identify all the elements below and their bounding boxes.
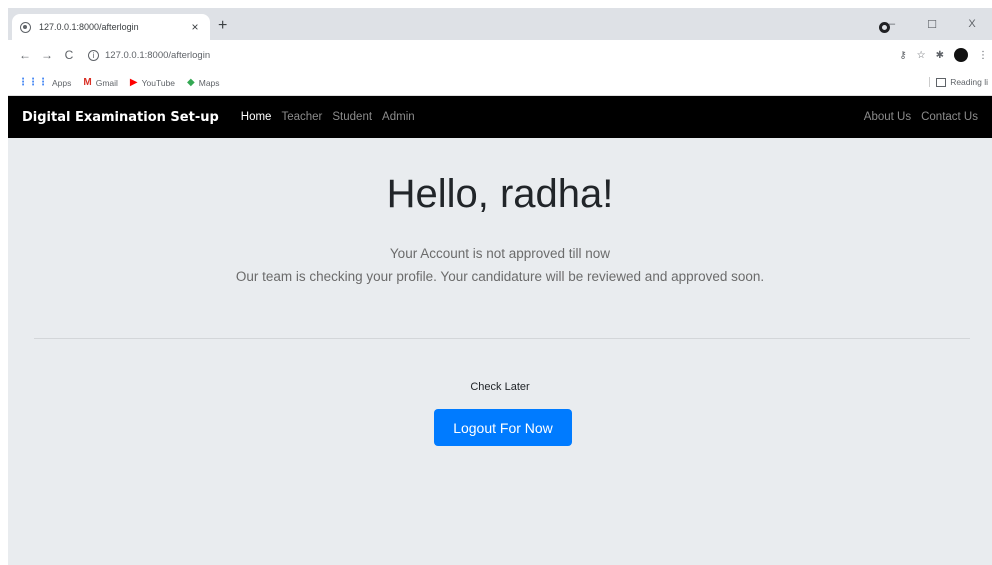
window-controls: – ☐ X <box>872 8 992 40</box>
bookmark-label: Apps <box>52 77 72 88</box>
logout-button[interactable]: Logout For Now <box>434 409 572 446</box>
close-window-button[interactable]: X <box>952 18 992 30</box>
extensions-puzzle-icon[interactable]: ✱ <box>936 50 944 61</box>
nav-link-teacher[interactable]: Teacher <box>281 111 322 123</box>
approval-status-text: Your Account is not approved till now <box>389 246 611 261</box>
browser-tab[interactable]: 127.0.0.1:8000/afterlogin × <box>12 14 210 40</box>
address-bar[interactable]: i 127.0.0.1:8000/afterlogin <box>88 44 899 66</box>
nav-link-admin[interactable]: Admin <box>382 111 415 123</box>
gmail-icon: M <box>83 77 92 88</box>
bookmark-maps[interactable]: ◆ Maps <box>187 77 220 88</box>
bookmarks-bar: ⋮⋮⋮ Apps M Gmail ▶ YouTube ◆ Maps Readin… <box>8 70 992 96</box>
url-text: 127.0.0.1:8000/afterlogin <box>105 49 211 61</box>
maps-icon: ◆ <box>187 77 195 88</box>
site-navbar: Digital Examination Set-up Home Teacher … <box>8 96 992 138</box>
new-tab-button[interactable]: + <box>218 18 227 34</box>
browser-toolbar: ← → C i 127.0.0.1:8000/afterlogin ⚷ ☆ ✱ … <box>8 40 992 70</box>
tab-strip: 127.0.0.1:8000/afterlogin × + – ☐ X <box>8 8 992 40</box>
nav-link-contact-us[interactable]: Contact Us <box>921 111 978 123</box>
forward-arrow-icon[interactable]: → <box>38 48 56 62</box>
greeting-heading: Hello, radha! <box>386 172 614 216</box>
nav-link-student[interactable]: Student <box>332 111 372 123</box>
reading-list-label: Reading li <box>950 77 988 87</box>
star-icon[interactable]: ☆ <box>917 50 926 61</box>
minimize-button[interactable]: – <box>872 18 912 30</box>
brand-logo[interactable]: Digital Examination Set-up <box>22 110 219 125</box>
site-info-icon[interactable]: i <box>88 49 99 61</box>
window-edge <box>0 0 8 565</box>
bookmark-gmail[interactable]: M Gmail <box>83 77 118 88</box>
tab-title: 127.0.0.1:8000/afterlogin <box>39 22 139 32</box>
back-arrow-icon[interactable]: ← <box>16 48 34 62</box>
check-later-text: Check Later <box>470 381 530 393</box>
jumbotron: Hello, radha! Your Account is not approv… <box>8 138 992 565</box>
tab-close-icon[interactable]: × <box>188 20 202 34</box>
reading-list-button[interactable]: Reading li <box>929 77 988 87</box>
apps-grid-icon: ⋮⋮⋮ <box>18 77 48 88</box>
profile-avatar[interactable] <box>954 48 968 62</box>
divider <box>34 338 970 339</box>
bookmark-youtube[interactable]: ▶ YouTube <box>130 77 175 88</box>
globe-icon <box>20 21 31 33</box>
maximize-button[interactable]: ☐ <box>912 18 952 31</box>
toolbar-actions: ⚷ ☆ ✱ ⋮ <box>899 48 988 62</box>
bookmark-label: YouTube <box>141 77 176 88</box>
bookmark-apps[interactable]: ⋮⋮⋮ Apps <box>18 77 71 88</box>
nav-link-home[interactable]: Home <box>241 111 272 123</box>
menu-dots-icon[interactable]: ⋮ <box>978 50 988 61</box>
reload-icon[interactable]: C <box>60 48 78 62</box>
youtube-icon: ▶ <box>129 77 138 88</box>
review-message-text: Our team is checking your profile. Your … <box>235 269 765 284</box>
nav-link-about-us[interactable]: About Us <box>864 111 911 123</box>
browser-chrome: 127.0.0.1:8000/afterlogin × + – ☐ X ← → … <box>8 8 992 96</box>
bookmark-label: Maps <box>198 77 220 88</box>
key-icon[interactable]: ⚷ <box>899 50 906 61</box>
navbar-right: About Us Contact Us <box>854 111 978 123</box>
reading-list-icon <box>936 77 947 87</box>
bookmark-label: Gmail <box>95 77 118 88</box>
